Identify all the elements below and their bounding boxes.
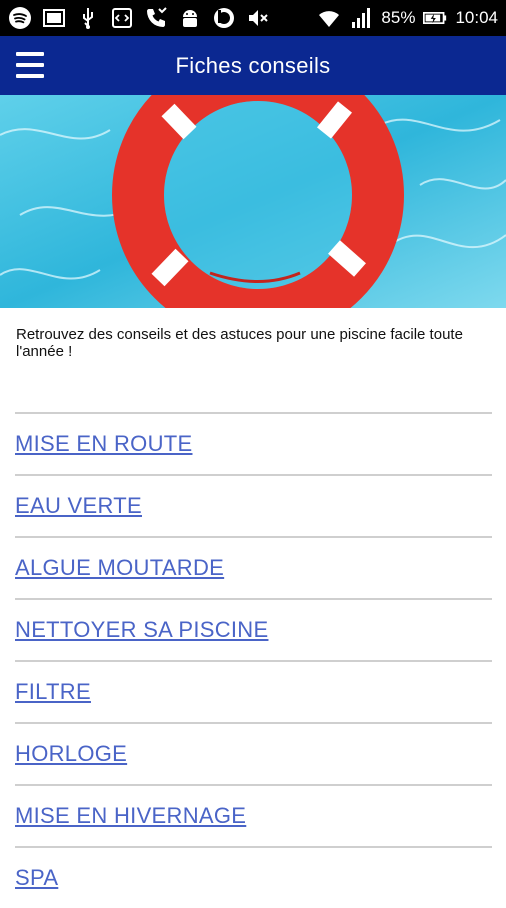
list-item[interactable]: MISE EN ROUTE — [15, 412, 492, 474]
android-icon — [178, 6, 202, 30]
intro-text: Retrouvez des conseils et des astuces po… — [16, 326, 463, 360]
battery-charging-icon — [423, 6, 447, 30]
hero-image — [0, 95, 506, 308]
list-item[interactable]: FILTRE — [15, 660, 492, 722]
list-item[interactable]: HORLOGE — [15, 722, 492, 784]
topic-link[interactable]: FILTRE — [15, 679, 91, 705]
status-bar: 85% 10:04 — [0, 0, 506, 36]
signal-icon — [349, 6, 373, 30]
beats-icon — [212, 6, 236, 30]
topic-link[interactable]: MISE EN ROUTE — [15, 431, 192, 457]
list-item[interactable]: ALGUE MOUTARDE — [15, 536, 492, 598]
spotify-icon — [8, 6, 32, 30]
topic-link[interactable]: NETTOYER SA PISCINE — [15, 617, 268, 643]
topic-link[interactable]: EAU VERTE — [15, 493, 142, 519]
clock: 10:04 — [455, 8, 498, 27]
page-title: Fiches conseils — [175, 52, 331, 78]
list-item[interactable]: MISE EN HIVERNAGE — [15, 784, 492, 846]
hamburger-menu-icon[interactable] — [16, 52, 44, 78]
list-item[interactable]: EAU VERTE — [15, 474, 492, 536]
list-item[interactable]: SPA — [15, 846, 492, 908]
topic-link[interactable]: MISE EN HIVERNAGE — [15, 803, 246, 829]
list-item[interactable]: NETTOYER SA PISCINE — [15, 598, 492, 660]
mute-icon — [246, 6, 270, 30]
topic-link[interactable]: SPA — [15, 865, 58, 891]
life-buoy-image — [0, 95, 506, 308]
wifi-icon — [317, 6, 341, 30]
topic-link[interactable]: HORLOGE — [15, 741, 127, 767]
topic-list: MISE EN ROUTE EAU VERTE ALGUE MOUTARDE N… — [15, 412, 492, 908]
phone-call-icon — [144, 6, 168, 30]
topic-link[interactable]: ALGUE MOUTARDE — [15, 555, 224, 581]
image-icon — [42, 6, 66, 30]
code-icon — [110, 6, 134, 30]
usb-icon — [76, 6, 100, 30]
app-bar: Fiches conseils — [0, 36, 506, 95]
battery-percentage: 85% — [381, 8, 416, 27]
